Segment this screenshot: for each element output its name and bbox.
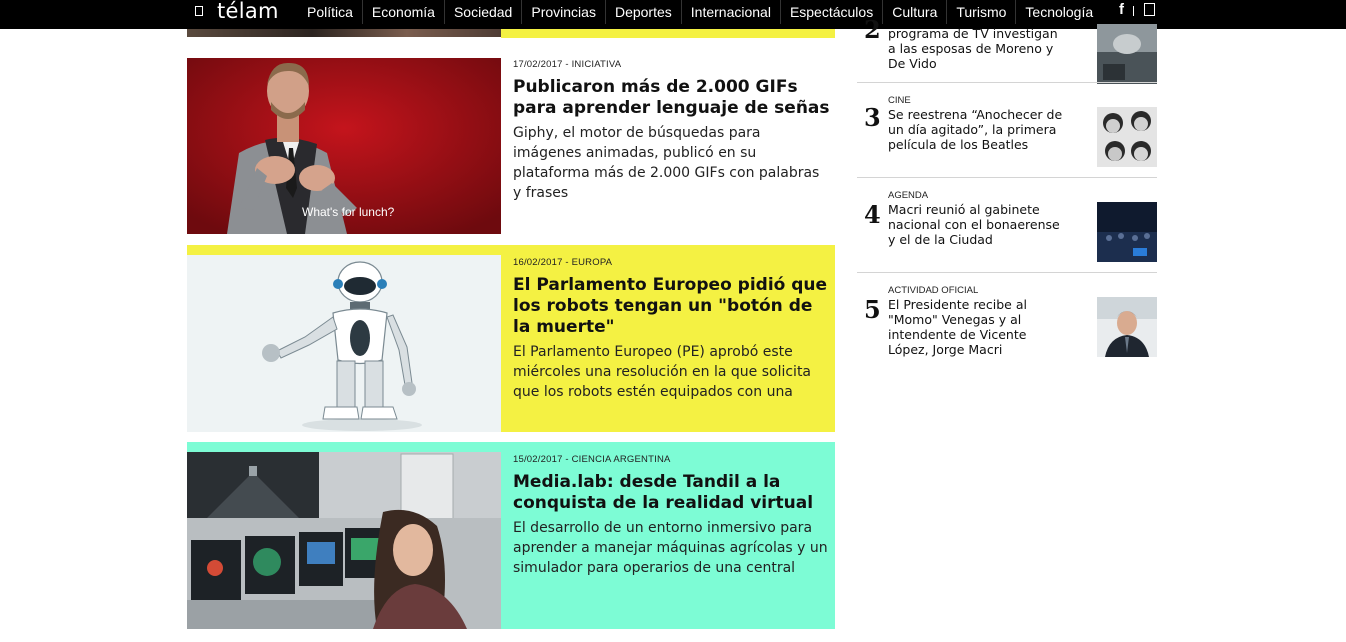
most-read-thumb[interactable]	[1097, 24, 1157, 84]
telam-logo[interactable]: télam	[217, 0, 279, 23]
previous-article-image[interactable]	[187, 29, 501, 37]
rank-number: 5	[864, 295, 881, 324]
most-read-thumb[interactable]	[1097, 297, 1157, 357]
article-headline[interactable]: El Parlamento Europeo pidió que los robo…	[513, 275, 831, 338]
most-read-item[interactable]: 4 AGENDA Macri reunió al gabinete nacion…	[857, 178, 1157, 272]
simulator-photo	[187, 452, 501, 629]
article-card[interactable]: 16/02/2017 - EUROPA El Parlamento Europe…	[187, 245, 835, 432]
article-image[interactable]	[187, 255, 501, 432]
most-read-category: CINE	[888, 95, 911, 106]
nav-item-internacional[interactable]: Internacional	[682, 0, 781, 24]
article-summary: El Parlamento Europeo (PE) aprobó este m…	[513, 344, 812, 400]
rank-number: 2	[864, 15, 881, 44]
most-read-category: ACTIVIDAD OFICIAL	[888, 285, 979, 296]
most-read-item[interactable]: 5 ACTIVIDAD OFICIAL El Presidente recibe…	[857, 273, 1157, 367]
most-read-category: AGENDA	[888, 190, 929, 201]
most-read-item[interactable]: 3 CINE Se reestrena “Anochecer de un día…	[857, 83, 1157, 177]
nav-item-provincias[interactable]: Provincias	[522, 0, 606, 24]
nav-item-deportes[interactable]: Deportes	[606, 0, 682, 24]
sign-language-photo: What's for lunch?	[187, 58, 501, 234]
most-read-thumb[interactable]	[1097, 107, 1157, 167]
article-card[interactable]: 15/02/2017 - CIENCIA ARGENTINA Media.lab…	[187, 442, 835, 629]
article-date-category: 16/02/2017 - EUROPA	[513, 257, 613, 268]
president-photo	[1097, 297, 1157, 357]
article-body: 16/02/2017 - EUROPA El Parlamento Europe…	[513, 257, 831, 402]
article-body: 17/02/2017 - INICIATIVA Publicaron más d…	[513, 59, 831, 203]
article-body: 15/02/2017 - CIENCIA ARGENTINA Media.lab…	[513, 454, 831, 578]
article-date-category: 17/02/2017 - INICIATIVA	[513, 59, 622, 70]
robot-photo	[187, 255, 501, 432]
rank-number: 3	[864, 103, 881, 132]
previous-article-card	[501, 29, 835, 38]
article-date-category: 15/02/2017 - CIENCIA ARGENTINA	[513, 454, 671, 465]
article-headline[interactable]: Publicaron más de 2.000 GIFs para aprend…	[513, 77, 831, 119]
car-interior-photo	[1097, 24, 1157, 84]
rank-number: 4	[864, 200, 881, 229]
most-read-title[interactable]: Se reestrena “Anochecer de un día agitad…	[888, 107, 1066, 152]
menu-icon[interactable]	[195, 6, 203, 16]
nav-item-economia[interactable]: Economía	[363, 0, 445, 24]
article-summary: El desarrollo de un entorno inmersivo pa…	[513, 520, 828, 576]
article-headline[interactable]: Media.lab: desde Tandil a la conquista d…	[513, 472, 831, 514]
nav-item-sociedad[interactable]: Sociedad	[445, 0, 523, 24]
most-read-thumb[interactable]	[1097, 202, 1157, 262]
beatles-photo	[1097, 107, 1157, 167]
article-summary: Giphy, el motor de búsquedas para imágen…	[513, 125, 820, 201]
most-read-title[interactable]: El Presidente recibe al "Momo" Venegas y…	[888, 297, 1066, 357]
cabinet-meeting-photo	[1097, 202, 1157, 262]
most-read-title[interactable]: programa de TV investigan a las esposas …	[888, 26, 1066, 71]
article-image[interactable]: What's for lunch?	[187, 58, 501, 234]
most-read-item[interactable]: 2 programa de TV investigan a las esposa…	[857, 12, 1157, 84]
video-caption: What's for lunch?	[302, 205, 395, 219]
article-image[interactable]	[187, 452, 501, 629]
article-card[interactable]: What's for lunch? 17/02/2017 - INICIATIV…	[187, 58, 835, 234]
most-read-title[interactable]: Macri reunió al gabinete nacional con el…	[888, 202, 1066, 247]
nav-item-politica[interactable]: Política	[298, 0, 363, 24]
